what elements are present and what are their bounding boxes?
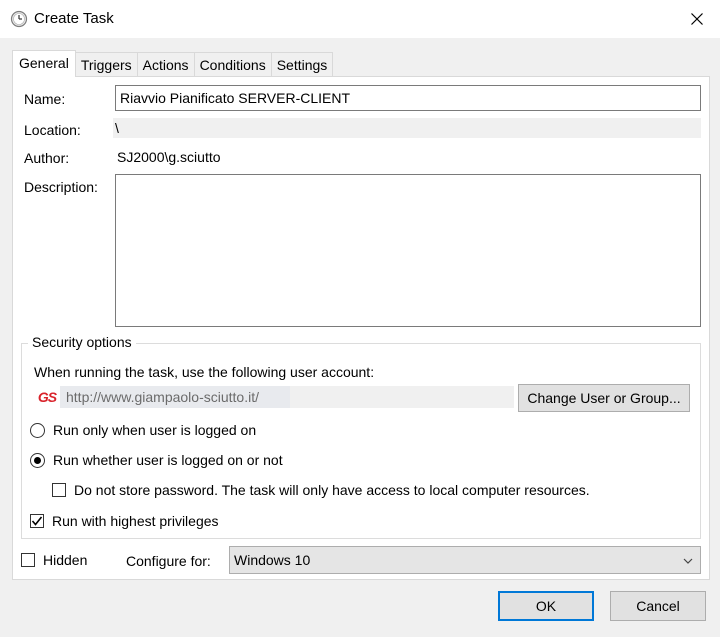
chevron-down-icon: [683, 558, 693, 564]
checkbox-checked[interactable]: [30, 514, 44, 528]
configure-for-value: Windows 10: [234, 552, 311, 568]
create-task-dialog: Create Task General Triggers Actions Con…: [0, 0, 720, 637]
close-button[interactable]: [674, 0, 720, 38]
window-title: Create Task: [34, 10, 114, 27]
ok-button[interactable]: OK: [498, 591, 594, 621]
tab-conditions[interactable]: Conditions: [194, 52, 272, 77]
clock-icon: [10, 10, 28, 28]
user-account-field: GS http://www.giampaolo-sciutto.it/: [34, 386, 514, 408]
checkbox-highest-privileges[interactable]: Run with highest privileges: [30, 513, 219, 529]
cancel-button[interactable]: Cancel: [610, 591, 706, 621]
location-value: \: [115, 120, 119, 136]
general-panel: Name: Location: \ Author: SJ2000\g.sciut…: [12, 76, 710, 580]
checkbox[interactable]: [21, 553, 35, 567]
name-input[interactable]: [115, 85, 701, 111]
radio-button-selected[interactable]: [30, 452, 45, 468]
radio-button[interactable]: [30, 422, 45, 438]
checkmark-icon: [31, 516, 43, 526]
radio-run-logged-on[interactable]: Run only when user is logged on: [30, 422, 256, 438]
title-bar: Create Task: [0, 0, 720, 38]
account-prompt: When running the task, use the following…: [34, 364, 375, 380]
radio-label: Run whether user is logged on or not: [53, 452, 283, 468]
user-account-value: GS http://www.giampaolo-sciutto.it/: [34, 386, 290, 408]
configure-for-select[interactable]: Windows 10: [229, 546, 701, 574]
radio-dot: [34, 456, 41, 464]
location-label: Location:: [24, 122, 81, 138]
close-icon: [691, 13, 703, 25]
description-label: Description:: [24, 179, 98, 195]
account-text: http://www.giampaolo-sciutto.it/: [66, 389, 259, 405]
change-user-button[interactable]: Change User or Group...: [518, 384, 690, 412]
gs-logo-icon: GS: [34, 386, 60, 408]
tab-actions[interactable]: Actions: [137, 52, 195, 77]
security-options-legend: Security options: [28, 334, 136, 350]
tab-strip: General Triggers Actions Conditions Sett…: [12, 50, 334, 77]
tab-triggers[interactable]: Triggers: [75, 52, 138, 77]
tab-general[interactable]: General: [12, 50, 76, 77]
location-field: [113, 118, 701, 138]
name-label: Name:: [24, 91, 66, 107]
configure-for-label: Configure for:: [126, 553, 211, 569]
author-label: Author:: [24, 150, 70, 166]
checkbox-label: Hidden: [43, 552, 88, 568]
radio-label: Run only when user is logged on: [53, 422, 257, 438]
security-options-group: Security options When running the task, …: [21, 334, 701, 539]
checkbox-hidden[interactable]: Hidden: [21, 552, 87, 568]
description-input[interactable]: [115, 174, 701, 327]
checkbox-label: Do not store password. The task will onl…: [74, 482, 590, 498]
checkbox-no-store-password[interactable]: Do not store password. The task will onl…: [52, 482, 590, 498]
tab-settings[interactable]: Settings: [271, 52, 334, 77]
radio-run-whether[interactable]: Run whether user is logged on or not: [30, 452, 283, 468]
checkbox-label: Run with highest privileges: [52, 513, 219, 529]
checkbox[interactable]: [52, 483, 66, 497]
author-value: SJ2000\g.sciutto: [117, 149, 221, 165]
